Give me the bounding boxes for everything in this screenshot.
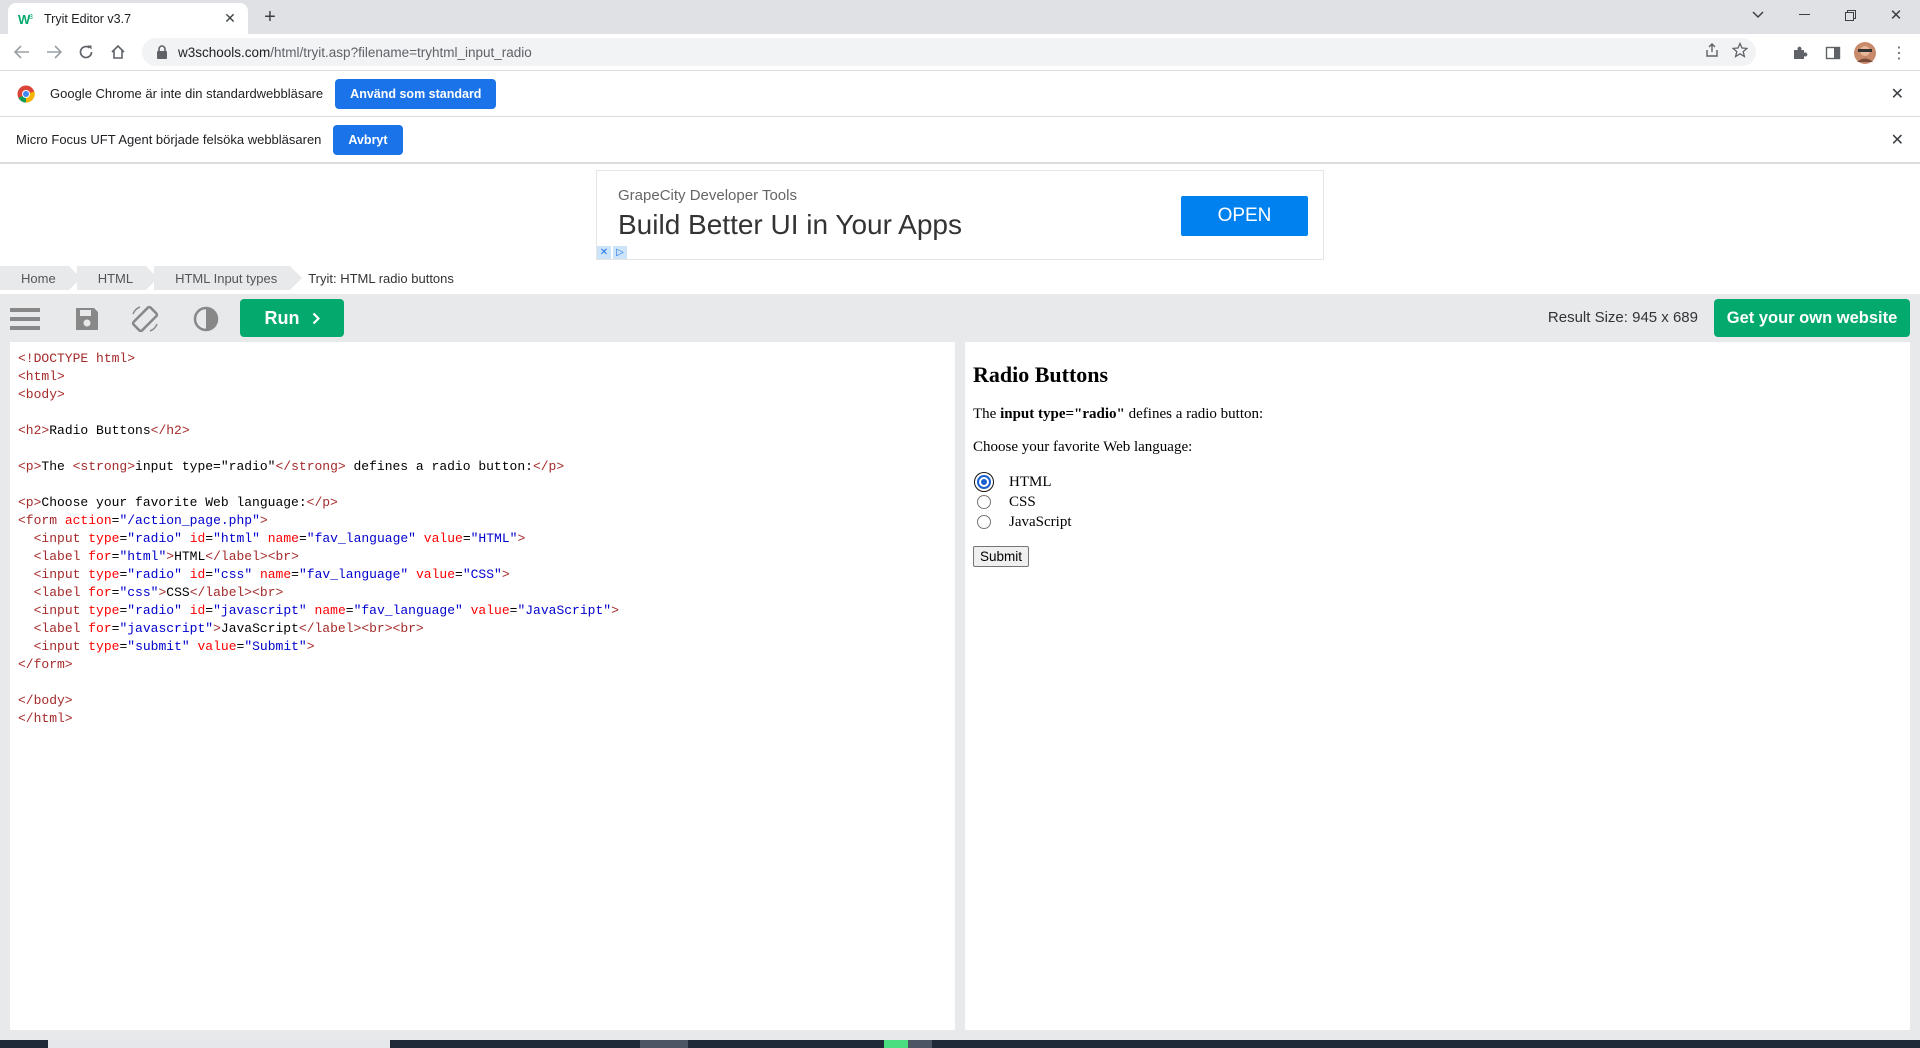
result-heading: Radio Buttons [973, 362, 1109, 387]
infobar-message: Google Chrome är inte din standardwebblä… [50, 86, 324, 101]
bookmark-star-icon[interactable] [1732, 42, 1748, 58]
taskbar-app[interactable] [908, 1040, 932, 1048]
taskbar [0, 1040, 1920, 1048]
radio-button-html[interactable] [977, 475, 991, 489]
chrome-logo-icon [17, 85, 35, 103]
tab-title: Tryit Editor v3.7 [44, 11, 132, 26]
w3schools-favicon-icon: W3 [18, 11, 34, 27]
new-tab-icon[interactable]: + [258, 5, 282, 29]
radio-option-javascript[interactable]: JavaScript [973, 512, 1902, 532]
radio-button-javascript[interactable] [977, 515, 991, 529]
run-button[interactable]: Run [240, 299, 344, 337]
get-website-button[interactable]: Get your own website [1714, 299, 1910, 337]
share-icon[interactable] [1704, 42, 1720, 58]
breadcrumb-current: Tryit: HTML radio buttons [308, 270, 454, 286]
rotate-orientation-icon[interactable] [130, 304, 160, 334]
lock-icon[interactable] [156, 45, 168, 59]
breadcrumb-html[interactable]: HTML [76, 266, 159, 290]
reload-icon[interactable] [74, 40, 98, 64]
url-host: w3schools.com [178, 44, 271, 60]
side-panel-icon[interactable] [1822, 42, 1844, 64]
radio-option-html[interactable]: HTML [973, 472, 1902, 492]
intro-strong: input type="radio" [1000, 406, 1125, 422]
minimize-icon[interactable] [1782, 0, 1826, 30]
breadcrumb-home[interactable]: Home [0, 266, 81, 290]
radio-label-css[interactable]: CSS [1009, 494, 1036, 511]
svg-text:3: 3 [29, 14, 33, 21]
work-area: <!DOCTYPE html> <html> <body> <h2>Radio … [0, 342, 1920, 1040]
uft-agent-infobar: Micro Focus UFT Agent började felsöka we… [0, 116, 1920, 164]
intro-suffix: defines a radio button: [1124, 406, 1264, 422]
taskbar-app[interactable] [640, 1040, 688, 1048]
url-path: /html/tryit.asp?filename=tryhtml_input_r… [270, 44, 532, 60]
ad-close-icon[interactable]: ✕ [597, 246, 611, 259]
radio-label-javascript[interactable]: JavaScript [1009, 514, 1071, 531]
browser-tab[interactable]: W3 Tryit Editor v3.7 ✕ [8, 3, 248, 34]
run-button-label: Run [264, 307, 300, 328]
submit-button[interactable]: Submit [973, 546, 1030, 567]
menu-hamburger-icon[interactable] [10, 304, 40, 334]
result-prompt: Choose your favorite Web language: [973, 439, 1193, 455]
radio-option-css[interactable]: CSS [973, 492, 1902, 512]
tab-close-icon[interactable]: ✕ [222, 10, 238, 27]
taskbar-search[interactable] [48, 1040, 390, 1048]
back-arrow-icon[interactable] [10, 40, 34, 64]
ad-open-button[interactable]: OPEN [1181, 196, 1308, 236]
default-browser-infobar: Google Chrome är inte din standardwebblä… [0, 70, 1920, 116]
set-default-button[interactable]: Använd som standard [335, 78, 497, 109]
home-icon[interactable] [106, 40, 130, 64]
breadcrumb: Home HTML HTML Input types Tryit: HTML r… [0, 266, 475, 290]
advertisement[interactable]: GrapeCity Developer Tools Build Better U… [596, 170, 1324, 260]
address-bar[interactable]: w3schools.com/html/tryit.asp?filename=tr… [142, 38, 1756, 66]
result-frame: Radio Buttons The input type="radio" def… [965, 342, 1910, 1030]
radio-button-css[interactable] [977, 495, 991, 509]
result-intro: The input type="radio" defines a radio b… [973, 406, 1902, 423]
profile-avatar[interactable] [1854, 42, 1876, 64]
code-text[interactable]: <!DOCTYPE html> <html> <body> <h2>Radio … [10, 342, 955, 736]
cancel-debug-button[interactable]: Avbryt [333, 124, 403, 155]
ad-headline: Build Better UI in Your Apps [618, 209, 962, 240]
window-close-icon[interactable]: ✕ [1874, 0, 1918, 30]
save-icon[interactable] [72, 304, 102, 334]
infobar-close-icon[interactable]: ✕ [1891, 130, 1904, 150]
breadcrumb-input-types[interactable]: HTML Input types [154, 266, 303, 290]
intro-prefix: The [973, 406, 1001, 422]
ad-subtitle: GrapeCity Developer Tools [618, 187, 797, 204]
ad-choices[interactable]: ✕ ▷ [597, 246, 627, 259]
restore-icon[interactable] [1828, 0, 1872, 30]
tab-search-chevron-icon[interactable] [1736, 0, 1780, 30]
result-size-text: Result Size: 945 x 689 [1547, 309, 1698, 326]
ad-info-icon[interactable]: ▷ [613, 246, 627, 259]
browser-toolbar: w3schools.com/html/tryit.asp?filename=tr… [0, 34, 1920, 70]
url-text: w3schools.com/html/tryit.asp?filename=tr… [178, 45, 532, 60]
taskbar-app[interactable] [884, 1040, 908, 1048]
editor-toolbar: Run Result Size: 945 x 689 Get your own … [0, 294, 1920, 342]
infobar-message: Micro Focus UFT Agent började felsöka we… [16, 132, 322, 147]
chevron-right-icon [312, 312, 320, 325]
extensions-puzzle-icon[interactable] [1789, 42, 1811, 64]
radio-label-html[interactable]: HTML [1009, 474, 1052, 491]
result-content: Radio Buttons The input type="radio" def… [965, 342, 1910, 577]
infobar-close-icon[interactable]: ✕ [1891, 84, 1904, 104]
code-editor[interactable]: <!DOCTYPE html> <html> <body> <h2>Radio … [10, 342, 955, 1030]
browser-menu-icon[interactable]: ⋮ [1888, 42, 1910, 64]
tab-strip: W3 Tryit Editor v3.7 ✕ + ✕ [0, 0, 1920, 34]
theme-contrast-icon[interactable] [191, 304, 221, 334]
forward-arrow-icon[interactable] [42, 40, 66, 64]
